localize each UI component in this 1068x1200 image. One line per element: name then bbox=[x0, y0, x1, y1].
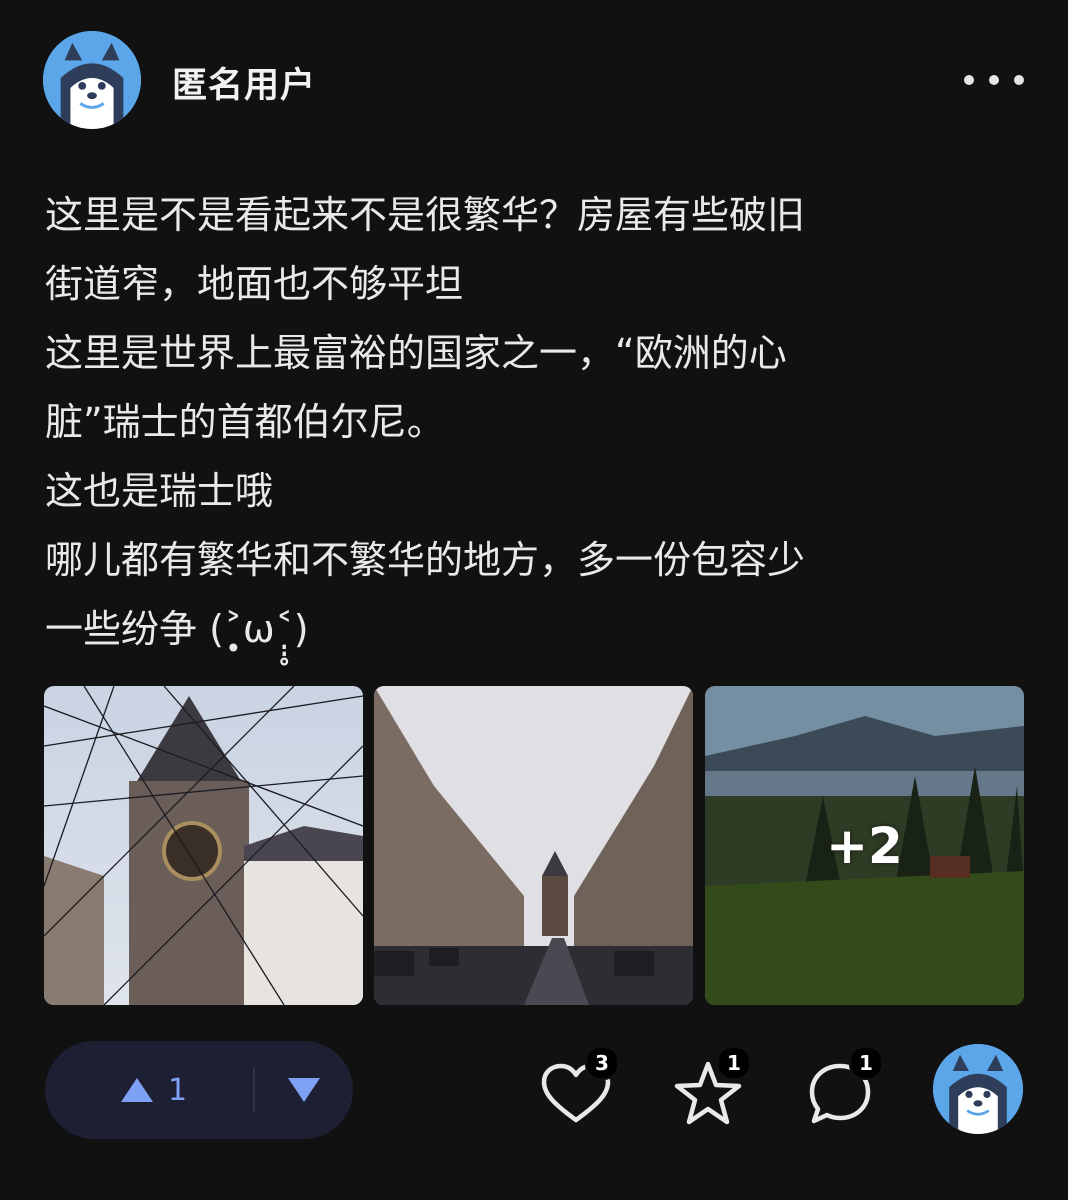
upvote-count: 1 bbox=[168, 1072, 188, 1108]
photo-street[interactable] bbox=[374, 686, 693, 1005]
post-line: 这里是不是看起来不是很繁华？房屋有些破旧 bbox=[45, 193, 806, 237]
post-line: 一些纷争 (˃̣̣̥ω˂̣̣̥) bbox=[45, 607, 309, 651]
husky-avatar-icon bbox=[933, 1044, 1023, 1134]
like-button[interactable]: 3 bbox=[540, 1046, 619, 1130]
triangle-down-icon bbox=[288, 1078, 320, 1102]
photo-grid: +2 bbox=[44, 686, 1024, 1005]
comment-count: 1 bbox=[849, 1046, 883, 1080]
more-photos-count: +2 bbox=[826, 816, 903, 875]
favorite-button[interactable]: 1 bbox=[672, 1046, 751, 1130]
vote-bar: 1 bbox=[45, 1041, 353, 1139]
post-line: 脏”瑞士的首都伯尔尼。 bbox=[45, 400, 445, 444]
street-photo bbox=[374, 686, 693, 1005]
upvote-button[interactable]: 1 bbox=[45, 1041, 253, 1139]
downvote-button[interactable] bbox=[255, 1041, 353, 1139]
more-options-button[interactable] bbox=[964, 66, 1024, 94]
more-horizontal-icon bbox=[964, 75, 974, 85]
husky-avatar-icon bbox=[43, 31, 141, 129]
like-count: 3 bbox=[585, 1046, 619, 1080]
clock-tower-photo bbox=[44, 686, 363, 1005]
comment-button[interactable]: 1 bbox=[804, 1046, 883, 1130]
post-line: 街道窄，地面也不够平坦 bbox=[45, 262, 464, 306]
post-line: 这里是世界上最富裕的国家之一，“欧洲的心 bbox=[45, 331, 787, 375]
photo-clock-tower[interactable] bbox=[44, 686, 363, 1005]
photo-lake-landscape[interactable]: +2 bbox=[705, 686, 1024, 1005]
post-line: 哪儿都有繁华和不繁华的地方，多一份包容少 bbox=[45, 538, 806, 582]
post-line: 这也是瑞士哦 bbox=[45, 469, 274, 513]
favorite-count: 1 bbox=[717, 1046, 751, 1080]
author-name[interactable]: 匿名用户 bbox=[172, 57, 316, 108]
post-text: 这里是不是看起来不是很繁华？房屋有些破旧 街道窄，地面也不够平坦 这里是世界上最… bbox=[45, 181, 1025, 664]
my-avatar[interactable] bbox=[933, 1044, 1023, 1134]
triangle-up-icon bbox=[121, 1078, 153, 1102]
author-avatar[interactable] bbox=[43, 31, 141, 129]
